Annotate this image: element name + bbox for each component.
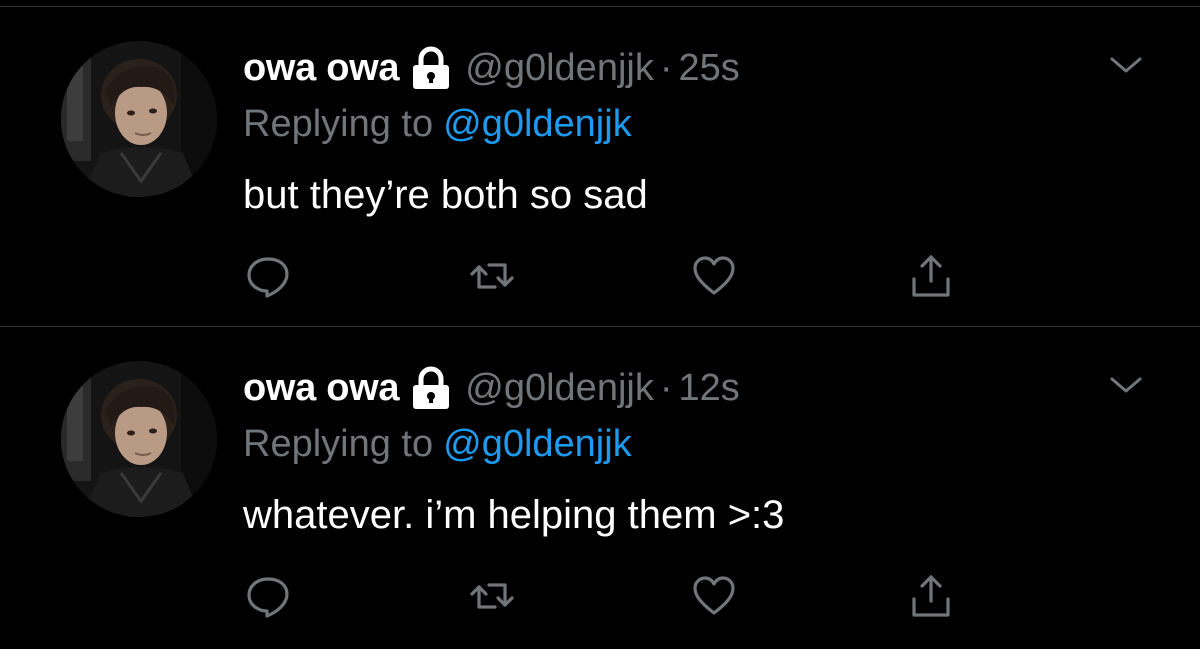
reply-icon[interactable] bbox=[245, 573, 291, 619]
like-icon[interactable] bbox=[691, 253, 737, 299]
handle[interactable]: @g0ldenjjk bbox=[465, 367, 654, 410]
tweet-header: owa owa @g0ldenjjk · 25s bbox=[243, 43, 740, 93]
chevron-down-icon[interactable] bbox=[1108, 371, 1144, 399]
retweet-icon[interactable] bbox=[469, 573, 515, 619]
retweet-icon[interactable] bbox=[469, 253, 515, 299]
tweet[interactable]: owa owa @g0ldenjjk · 25s Replying to @g0l… bbox=[0, 7, 1200, 327]
replying-handle[interactable]: @g0ldenjjk bbox=[443, 103, 632, 145]
tweet[interactable]: owa owa @g0ldenjjk · 12s Replying to @g0l… bbox=[0, 327, 1200, 647]
replying-label: Replying to bbox=[243, 423, 434, 465]
replying-handle[interactable]: @g0ldenjjk bbox=[443, 423, 632, 465]
reply-icon[interactable] bbox=[245, 253, 291, 299]
avatar[interactable] bbox=[61, 41, 217, 197]
display-name[interactable]: owa owa bbox=[243, 367, 400, 410]
replying-label: Replying to bbox=[243, 103, 434, 145]
replying-to: Replying to @g0ldenjjk bbox=[243, 423, 632, 466]
share-icon[interactable] bbox=[908, 573, 954, 619]
lock-icon bbox=[411, 366, 451, 410]
replying-to: Replying to @g0ldenjjk bbox=[243, 103, 632, 146]
tweet-text: but they’re both so sad bbox=[243, 173, 648, 217]
like-icon[interactable] bbox=[691, 573, 737, 619]
avatar[interactable] bbox=[61, 361, 217, 517]
chevron-down-icon[interactable] bbox=[1108, 51, 1144, 79]
lock-icon bbox=[411, 46, 451, 90]
share-icon[interactable] bbox=[908, 253, 954, 299]
display-name[interactable]: owa owa bbox=[243, 47, 400, 90]
handle[interactable]: @g0ldenjjk bbox=[465, 47, 654, 90]
separator-dot: · bbox=[659, 366, 673, 409]
tweet-header: owa owa @g0ldenjjk · 12s bbox=[243, 363, 740, 413]
tweet-text: whatever. i’m helping them >:3 bbox=[243, 493, 785, 537]
timestamp[interactable]: 25s bbox=[679, 47, 740, 90]
separator-dot: · bbox=[659, 46, 673, 89]
timestamp[interactable]: 12s bbox=[679, 367, 740, 410]
